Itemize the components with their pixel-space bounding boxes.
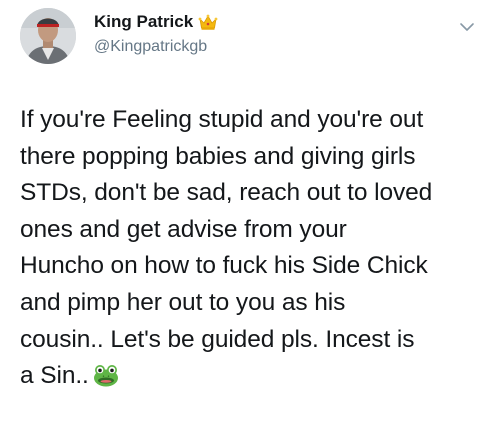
crown-icon — [198, 13, 218, 31]
avatar[interactable] — [20, 8, 76, 64]
tweet-card: King Patrick @Kingpatrickgb If you're Fe… — [0, 0, 498, 436]
author-handle[interactable]: @Kingpatrickgb — [94, 38, 207, 56]
tweet-text: If you're Feeling stupid and you're out … — [20, 106, 433, 390]
frog-face-icon — [93, 362, 119, 387]
chevron-down-icon[interactable] — [458, 18, 476, 36]
avatar-photo — [20, 8, 76, 64]
author-name-row[interactable]: King Patrick — [94, 12, 218, 32]
author-display-name[interactable]: King Patrick — [94, 12, 193, 32]
tweet-body: If you're Feeling stupid and you're out … — [20, 102, 488, 395]
